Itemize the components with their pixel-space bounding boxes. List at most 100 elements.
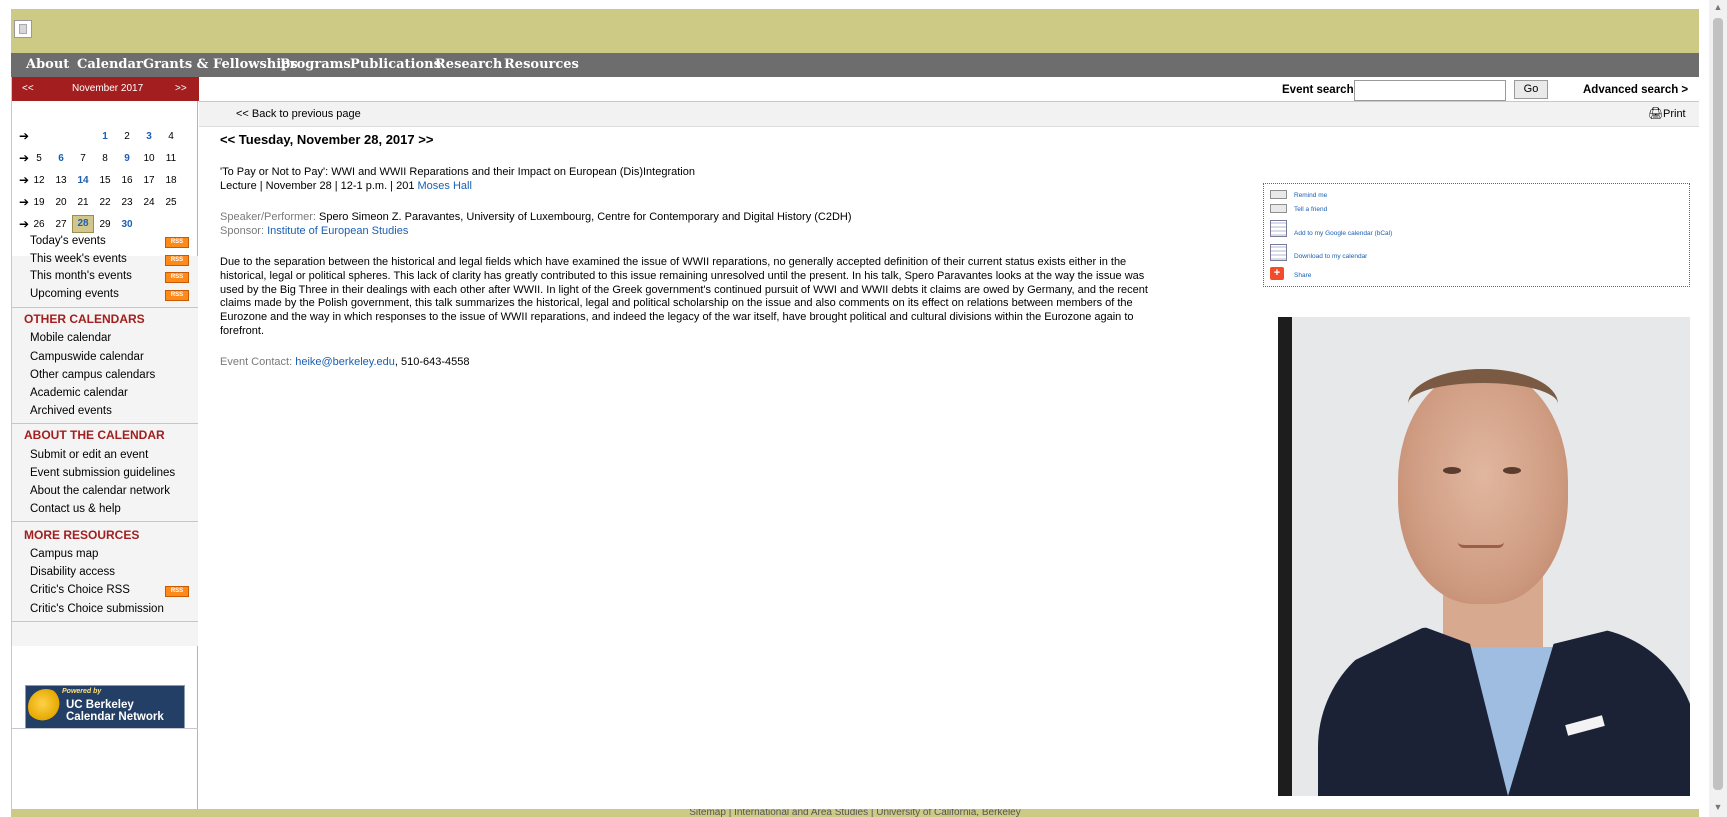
download-calendar-link[interactable]: Download to my calendar [1294, 253, 1367, 260]
rss-icon[interactable]: RSS [165, 255, 189, 266]
description-line: forefront. [220, 324, 265, 337]
sidebar-item-academic-calendar[interactable]: Academic calendar [30, 387, 128, 399]
this-months-events-link[interactable]: This month's events [30, 270, 132, 282]
calendar-day[interactable]: 14 [72, 175, 94, 186]
scroll-up-icon[interactable]: ▲ [1712, 2, 1724, 14]
print-link[interactable]: Print [1663, 108, 1686, 120]
location-link[interactable]: Moses Hall [418, 180, 472, 192]
calendar-day[interactable]: 28 [72, 215, 94, 233]
nav-grants-fellowships[interactable]: Grants & Fellowships [143, 53, 298, 77]
prev-month-button[interactable]: << [22, 83, 34, 94]
powered-by-badge[interactable]: Powered by UC Berkeley Calendar Network [25, 685, 185, 729]
calendar-day: 25 [165, 197, 177, 208]
rss-icon[interactable]: RSS [165, 290, 189, 301]
sidebar-item-campuswide-calendar[interactable]: Campuswide calendar [30, 351, 144, 363]
speaker-label: Speaker/Performer: [220, 211, 316, 223]
calendar-week-row: ➔ 1 2 3 4 [12, 125, 199, 147]
nav-resources[interactable]: Resources [504, 53, 579, 77]
calendar-day: 19 [33, 197, 45, 208]
envelope-icon[interactable] [1270, 204, 1287, 213]
calendar-day: 4 [168, 131, 174, 142]
remind-me-link[interactable]: Remind me [1294, 192, 1327, 199]
nav-publications[interactable]: Publications [350, 53, 441, 77]
sidebar-divider [12, 307, 198, 308]
calendar-day[interactable]: 1 [94, 131, 116, 142]
calendar-day[interactable]: 30 [116, 219, 138, 230]
about-calendar-heading: ABOUT THE CALENDAR [24, 428, 165, 442]
todays-events-link[interactable]: Today's events [30, 235, 106, 247]
calendar-week-row: ➔ 26 27 28 29 30 [12, 213, 199, 235]
sponsor-line: Sponsor: Institute of European Studies [220, 225, 408, 237]
event-contact: Event Contact: heike@berkeley.edu, 510-6… [220, 356, 469, 368]
event-meta: Lecture | November 28 | 12-1 p.m. | 201 … [220, 180, 472, 192]
sidebar-item-mobile-calendar[interactable]: Mobile calendar [30, 332, 111, 344]
week-arrow-icon[interactable]: ➔ [19, 129, 29, 143]
envelope-icon[interactable] [1270, 190, 1287, 199]
footer-links: Sitemap | International and Area Studies… [11, 809, 1699, 817]
nav-research[interactable]: Research [435, 53, 502, 77]
calendar-day: 23 [121, 197, 133, 208]
go-button[interactable]: Go [1514, 80, 1548, 99]
scroll-down-icon[interactable]: ▼ [1712, 802, 1724, 814]
sidebar-item-critics-choice-rss[interactable]: Critic's Choice RSS [30, 584, 130, 596]
footer-ias-link[interactable]: International and Area Studies [734, 809, 868, 817]
sidebar-item-disability-access[interactable]: Disability access [30, 566, 115, 578]
sidebar-item-calendar-network[interactable]: About the calendar network [30, 485, 170, 497]
calendar-icon[interactable] [1270, 220, 1287, 237]
calendar-icon[interactable] [1270, 244, 1287, 261]
scrollbar-thumb[interactable] [1713, 18, 1723, 790]
rss-icon[interactable]: RSS [165, 272, 189, 283]
upcoming-events-link[interactable]: Upcoming events [30, 288, 119, 300]
advanced-search-link[interactable]: Advanced search > [1583, 84, 1688, 96]
footer-ucb-link[interactable]: University of California, Berkeley [876, 809, 1021, 817]
sidebar-item-critics-choice-submission[interactable]: Critic's Choice submission [30, 603, 164, 615]
calendar-day: 7 [80, 153, 86, 164]
nav-about[interactable]: About [26, 53, 69, 77]
sidebar-item-campus-map[interactable]: Campus map [30, 548, 98, 560]
nav-calendar[interactable]: Calendar [77, 53, 143, 77]
event-search-label: Event search [1282, 84, 1354, 96]
site-logo-icon[interactable] [14, 20, 32, 38]
event-date-heading[interactable]: << Tuesday, November 28, 2017 >> [220, 132, 433, 147]
share-plus-icon[interactable]: + [1270, 267, 1284, 280]
calendar-day: 10 [143, 153, 155, 164]
month-label: November 2017 [72, 83, 144, 94]
calendar-day: 11 [165, 153, 177, 164]
vertical-scrollbar[interactable]: ▲ ▼ [1709, 0, 1727, 817]
printer-icon[interactable]: 🖨 [1648, 106, 1663, 120]
contact-email-link[interactable]: heike@berkeley.edu [295, 356, 395, 368]
event-title: 'To Pay or Not to Pay': WWI and WWII Rep… [220, 166, 695, 178]
rss-icon[interactable]: RSS [165, 237, 189, 248]
speaker-line: Speaker/Performer: Spero Simeon Z. Parav… [220, 211, 852, 223]
next-month-button[interactable]: >> [175, 83, 187, 94]
nav-programs[interactable]: Programs [280, 53, 351, 77]
event-description: Due to the separation between the histor… [220, 256, 1148, 339]
sidebar-item-submission-guidelines[interactable]: Event submission guidelines [30, 467, 175, 479]
calendar-week-row: ➔ 5 6 7 8 9 10 11 [12, 147, 199, 169]
calendar-day[interactable]: 3 [138, 131, 160, 142]
footer-separator: | [728, 809, 732, 817]
tell-a-friend-link[interactable]: Tell a friend [1294, 206, 1327, 213]
this-weeks-events-link[interactable]: This week's events [30, 253, 127, 265]
calendar-day: 29 [99, 219, 111, 230]
sponsor-link[interactable]: Institute of European Studies [267, 225, 408, 237]
calendar-day[interactable]: 9 [116, 153, 138, 164]
description-line: Due to the separation between the histor… [220, 256, 1127, 268]
calendar-day: 20 [55, 197, 67, 208]
calendar-day: 13 [55, 175, 67, 186]
share-link[interactable]: Share [1294, 272, 1311, 279]
sidebar-item-other-campus-calendars[interactable]: Other campus calendars [30, 369, 155, 381]
speaker-name: Spero Simeon Z. Paravantes, University o… [319, 211, 852, 223]
sidebar-item-submit-event[interactable]: Submit or edit an event [30, 449, 148, 461]
footer-sitemap-link[interactable]: Sitemap [689, 809, 726, 817]
page-frame: About Calendar Grants & Fellowships Prog… [11, 9, 1699, 817]
rss-icon[interactable]: RSS [165, 586, 189, 597]
calendar-day[interactable]: 6 [50, 153, 72, 164]
google-calendar-link[interactable]: Add to my Google calendar (bCal) [1294, 230, 1392, 237]
calendar-day: 12 [33, 175, 45, 186]
event-search-input[interactable] [1354, 80, 1506, 101]
powered-by-name: UC Berkeley [66, 699, 134, 711]
back-link[interactable]: << Back to previous page [236, 108, 361, 120]
sidebar-item-archived-events[interactable]: Archived events [30, 405, 112, 417]
sidebar-item-contact-help[interactable]: Contact us & help [30, 503, 121, 515]
